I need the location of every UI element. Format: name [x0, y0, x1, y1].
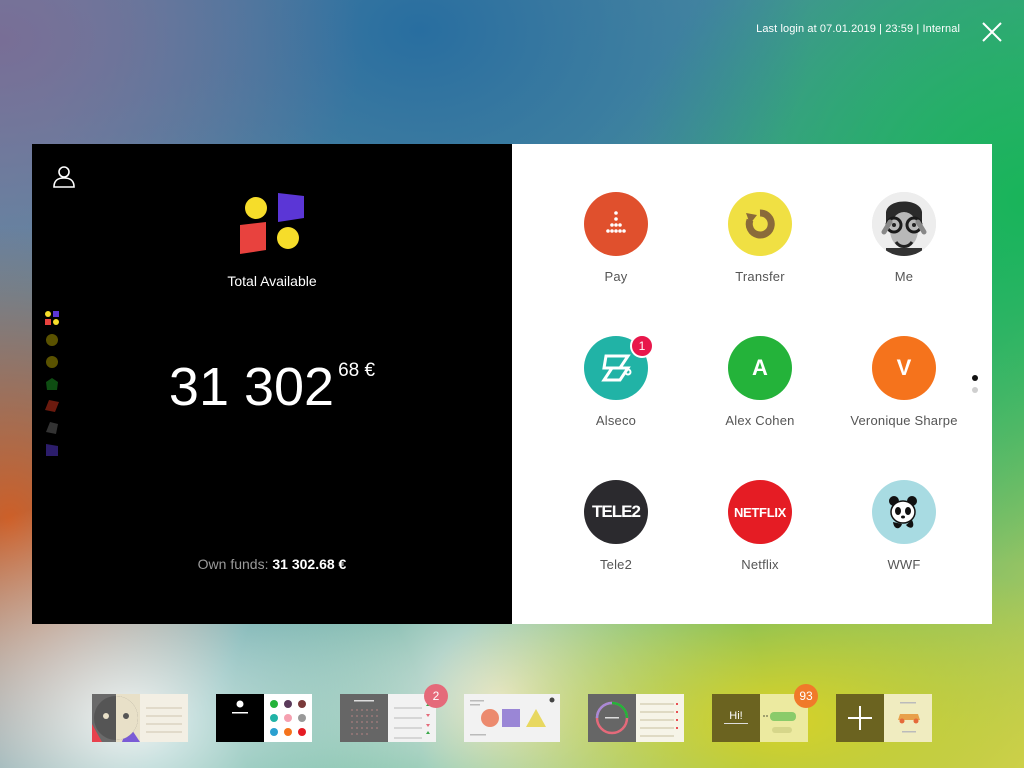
contact-initial: A [752, 355, 768, 380]
dock-app-shapes[interactable] [464, 694, 560, 742]
contact-initial-icon: V [872, 336, 936, 400]
pay-dots-icon [584, 192, 648, 256]
balance-decimal: 68 € [338, 360, 376, 381]
close-icon[interactable] [980, 20, 1004, 44]
brand-logo-icon[interactable] [44, 310, 60, 326]
tile-alex-cohen[interactable]: A Alex Cohen [688, 336, 832, 428]
wallet-panel: Total Available 31 302 68 € Own funds: 31… [32, 144, 512, 624]
account-dot-icon[interactable] [44, 332, 60, 348]
user-profile-icon[interactable] [52, 164, 76, 188]
tile-tele2[interactable]: TELE2 Tele2 [544, 480, 688, 572]
tile-label: Pay [604, 269, 628, 284]
tile-label: Netflix [741, 557, 779, 572]
tile-me[interactable]: Me [832, 192, 976, 284]
transfer-arrow-icon [728, 192, 792, 256]
account-shape-icon[interactable] [44, 398, 60, 414]
notification-badge: 2 [424, 684, 448, 708]
notification-badge: 93 [794, 684, 818, 708]
chat-hi-text: Hi! [729, 710, 742, 722]
dock-app-gauge[interactable] [588, 694, 684, 742]
balance-amount: 31 302 68 € [32, 356, 512, 418]
quick-actions-panel: Pay Transfer Me 1 Alseco A Alex Cohen V … [512, 144, 992, 624]
contact-initial: V [896, 355, 912, 380]
page-dot[interactable] [972, 387, 978, 393]
last-login-text: Last login at 07.01.2019 | 23:59 | Inter… [756, 23, 960, 35]
tele2-logo-icon: TELE2 [584, 480, 648, 544]
dock-app-wallet[interactable] [216, 694, 312, 742]
tile-alseco[interactable]: 1 Alseco [544, 334, 688, 428]
netflix-logo-text: NETFLIX [733, 504, 787, 520]
app-dock: 2 Hi! 93 [92, 684, 932, 742]
account-dot-icon[interactable] [44, 354, 60, 370]
tile-label: Alseco [595, 413, 637, 428]
tile-label: Alex Cohen [725, 413, 795, 428]
own-funds-label: Own funds: [197, 556, 269, 572]
tile-label: WWF [887, 557, 921, 572]
dock-app-add[interactable] [836, 694, 932, 742]
tile-pay[interactable]: Pay [544, 192, 688, 284]
account-shape-icon[interactable] [44, 420, 60, 436]
tile-transfer[interactable]: Transfer [688, 192, 832, 284]
balance-integer: 31 302 [168, 357, 335, 417]
brand-logo-icon [238, 190, 306, 256]
contact-initial-icon: A [728, 336, 792, 400]
tele2-logo-text: TELE2 [592, 502, 641, 521]
tile-wwf[interactable]: WWF [832, 480, 976, 572]
tile-veronique-sharpe[interactable]: V Veronique Sharpe [832, 336, 976, 428]
avatar-photo-icon [872, 192, 936, 256]
netflix-logo-icon: NETFLIX [728, 480, 792, 544]
own-funds-line: Own funds: 31 302.68 € [32, 556, 512, 572]
account-shape-icon[interactable] [44, 376, 60, 392]
tile-label: Veronique Sharpe [850, 413, 958, 428]
tile-label: Tele2 [599, 557, 633, 572]
dock-app-calendar[interactable]: 2 [340, 684, 448, 742]
accounts-rail [44, 310, 60, 464]
panda-icon [872, 480, 936, 544]
dock-app-chat[interactable]: Hi! 93 [712, 684, 818, 742]
dock-app-faces[interactable] [92, 694, 188, 742]
tile-label: Me [894, 269, 914, 284]
notification-badge: 1 [630, 334, 654, 358]
account-shape-icon[interactable] [44, 442, 60, 458]
page-indicator [972, 375, 978, 399]
tile-label: Transfer [735, 269, 785, 284]
main-card: Total Available 31 302 68 € Own funds: 31… [32, 144, 992, 624]
own-funds-value: 31 302.68 € [272, 556, 347, 572]
page-dot-active[interactable] [972, 375, 978, 381]
total-available-label: Total Available [227, 273, 317, 289]
tile-netflix[interactable]: NETFLIX Netflix [688, 480, 832, 572]
alseco-logo-icon: 1 [584, 334, 654, 400]
